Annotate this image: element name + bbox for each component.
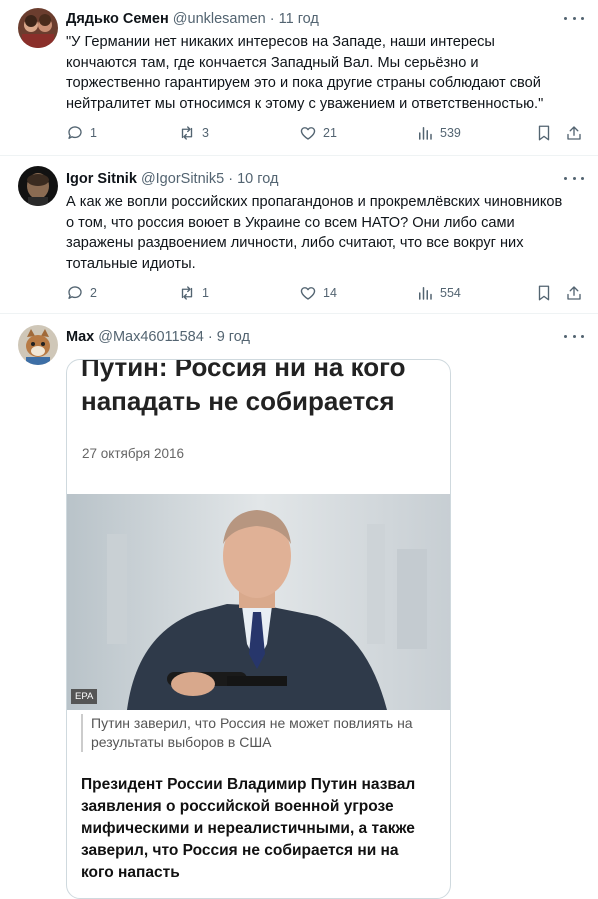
article-lead: Президент России Владимир Путин назвал з…: [81, 776, 416, 881]
separator: ·: [269, 11, 275, 27]
reply-icon: [68, 286, 82, 299]
more-icon[interactable]: [564, 329, 584, 343]
bookmark-icon: [538, 285, 550, 301]
avatar[interactable]: [18, 325, 58, 365]
author-name[interactable]: Дядько Семен: [66, 11, 169, 27]
views-icon: [419, 127, 432, 140]
like-button[interactable]: 21: [299, 123, 337, 143]
share-button[interactable]: [565, 283, 583, 303]
separator: ·: [207, 329, 213, 345]
avatar[interactable]: [18, 8, 58, 48]
more-icon[interactable]: [564, 11, 584, 25]
reply-icon: [68, 126, 82, 139]
like-icon: [300, 127, 316, 140]
photo-caption: Путин заверил, что Россия не может повли…: [81, 714, 431, 752]
tweet-header: Igor Sitnik @IgorSitnik5 · 10 год: [66, 169, 278, 189]
author-handle[interactable]: @unklesamen: [173, 11, 266, 27]
putin-photo: [67, 494, 450, 710]
author-name[interactable]: Igor Sitnik: [66, 171, 137, 187]
avatar-image: [18, 166, 58, 206]
views-button[interactable]: 539: [416, 123, 461, 143]
share-icon: [567, 286, 581, 300]
views-count: 554: [440, 286, 461, 300]
author-handle[interactable]: @Max46011584: [98, 329, 204, 345]
attached-image[interactable]: Путин: Россия ни на кого нападать не соб…: [66, 359, 451, 899]
views-count: 539: [440, 126, 461, 140]
author-name[interactable]: Max: [66, 329, 94, 345]
tweet-header: Дядько Семен @unklesamen · 11 год: [66, 9, 319, 29]
share-button[interactable]: [565, 123, 583, 143]
timestamp[interactable]: 10 год: [237, 171, 278, 187]
like-count: 14: [323, 286, 337, 300]
reply-button[interactable]: 1: [66, 123, 97, 143]
tweet-1[interactable]: Дядько Семен @unklesamen · 11 год "У Гер…: [0, 0, 598, 156]
photo-credit: EPA: [71, 689, 98, 704]
repost-button[interactable]: 3: [178, 123, 209, 143]
timestamp[interactable]: 11 год: [279, 11, 319, 27]
views-icon: [419, 287, 432, 300]
reply-count: 1: [90, 126, 97, 140]
tweet-2[interactable]: Igor Sitnik @IgorSitnik5 · 10 год А как …: [0, 156, 598, 314]
tweet-actions: 2 1 14 554: [66, 283, 586, 303]
avatar-image: [18, 8, 58, 48]
avatar-image: [18, 325, 58, 365]
like-count: 21: [323, 126, 337, 140]
repost-icon: [181, 286, 193, 300]
like-icon: [300, 287, 316, 300]
tweet-text: А как же вопли российских пропагандонов …: [66, 194, 563, 272]
article-headline-line-1: Путин: Россия ни на кого: [81, 359, 406, 382]
reply-count: 2: [90, 286, 97, 300]
reply-button[interactable]: 2: [66, 283, 97, 303]
tweet-header: Max @Max46011584 · 9 год: [66, 327, 250, 347]
tweet-actions: 1 3 21 539: [66, 123, 586, 143]
article-date: 27 октября 2016: [82, 446, 185, 461]
repost-button[interactable]: 1: [178, 283, 209, 303]
separator: ·: [228, 171, 234, 187]
more-icon[interactable]: [564, 171, 584, 185]
repost-icon: [181, 126, 193, 140]
bookmark-icon: [538, 125, 550, 141]
repost-count: 1: [202, 286, 209, 300]
share-icon: [567, 126, 581, 140]
tweet-text: "У Германии нет никаких интересов на Зап…: [66, 34, 544, 112]
bookmark-button[interactable]: [535, 283, 553, 303]
article-headline-line-2: нападать не собирается: [81, 386, 395, 416]
article-photo: EPA: [67, 494, 450, 710]
like-button[interactable]: 14: [299, 283, 337, 303]
timestamp[interactable]: 9 год: [217, 329, 250, 345]
avatar[interactable]: [18, 166, 58, 206]
repost-count: 3: [202, 126, 209, 140]
views-button[interactable]: 554: [416, 283, 461, 303]
bookmark-button[interactable]: [535, 123, 553, 143]
author-handle[interactable]: @IgorSitnik5: [141, 171, 224, 187]
